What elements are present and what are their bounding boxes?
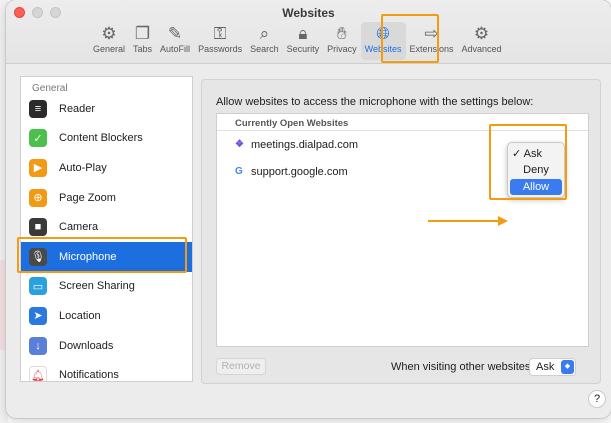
lock-icon: 🔒︎ [298, 24, 308, 43]
tab-label: Search [250, 44, 279, 54]
sidebar-item-label: Content Blockers [59, 132, 143, 145]
gear-icon: ⚙ [101, 24, 117, 43]
tab-autofill[interactable]: ✎ AutoFill [156, 22, 194, 60]
screen-sharing-icon: ▭ [29, 277, 47, 296]
sidebar-item-label: Notifications [59, 369, 119, 382]
tab-label: AutoFill [160, 44, 191, 54]
tab-label: Websites [364, 44, 402, 54]
checkmark-shield-icon: ✓ [29, 129, 47, 148]
download-icon: ↓ [29, 336, 47, 355]
sidebar-item-screen-sharing[interactable]: ▭ Screen Sharing [21, 272, 192, 302]
sidebar-item-auto-play[interactable]: ▶ Auto-Play [21, 153, 192, 183]
annotation-arrow [428, 216, 508, 226]
puzzle-icon: ⇨ [424, 24, 439, 43]
tab-security[interactable]: 🔒︎ Security [283, 22, 324, 60]
zoom-icon: ⊕ [29, 188, 47, 207]
other-websites-select[interactable]: Ask ◆ [529, 358, 576, 376]
sidebar-item-label: Page Zoom [59, 191, 116, 204]
tab-label: Passwords [198, 44, 243, 54]
tab-privacy[interactable]: ✋︎ Privacy [323, 22, 361, 60]
reader-icon: ≡ [29, 99, 47, 118]
play-icon: ▶ [29, 158, 47, 177]
tab-advanced[interactable]: ⚙ Advanced [458, 22, 506, 60]
sidebar-item-camera[interactable]: ■ Camera [21, 212, 192, 242]
sidebar-header: General [32, 83, 68, 94]
sidebar-item-label: Screen Sharing [59, 280, 135, 293]
other-websites-value: Ask [536, 361, 555, 373]
dialpad-icon: ❖ [235, 139, 244, 150]
sidebar-item-page-zoom[interactable]: ⊕ Page Zoom [21, 183, 192, 213]
tab-search[interactable]: ⌕ Search [246, 22, 283, 60]
chevron-updown-icon: ◆ [561, 360, 574, 374]
preferences-toolbar: ⚙ General ❐ Tabs ✎ AutoFill ⚿ Passwords ⌕ Search 🔒… [89, 22, 506, 60]
popup-option-deny[interactable]: Deny [508, 162, 564, 178]
camera-icon: ■ [29, 218, 47, 237]
tab-websites[interactable]: 🌐︎ Websites [360, 22, 406, 60]
permission-popup-menu: ✓ Ask Deny Allow [507, 142, 565, 198]
other-websites-label: When visiting other websites: [391, 361, 534, 373]
window-title: Websites [282, 6, 335, 20]
pane-description: Allow websites to access the microphone … [216, 96, 534, 108]
globe-icon: 🌐︎ [376, 24, 390, 43]
popup-option-allow[interactable]: Allow [510, 179, 562, 195]
bell-icon: 🔔︎ [29, 366, 47, 381]
location-arrow-icon: ➤ [29, 306, 47, 325]
popup-option-ask[interactable]: ✓ Ask [508, 146, 564, 162]
hand-icon: ✋︎ [337, 24, 347, 43]
tab-extensions[interactable]: ⇨ Extensions [406, 22, 458, 60]
sidebar-item-downloads[interactable]: ↓ Downloads [21, 331, 192, 361]
sidebar-item-label: Reader [59, 102, 96, 115]
tab-general[interactable]: ⚙ General [89, 22, 129, 60]
remove-button[interactable]: Remove [216, 358, 266, 375]
list-header: Currently Open Websites [217, 114, 588, 131]
google-icon: G [235, 166, 243, 177]
sidebar: General ≡ Reader ✓ Content Blockers ▶ Auto-Pl… [20, 76, 193, 382]
sidebar-item-label: Downloads [59, 339, 114, 352]
tab-tabs[interactable]: ❐ Tabs [129, 22, 156, 60]
microphone-icon: 🎙︎ [29, 247, 47, 266]
settings-pane: Allow websites to access the microphone … [201, 79, 601, 384]
sidebar-item-label: Camera [59, 221, 99, 234]
site-name: meetings.dialpad.com [251, 138, 359, 151]
tab-passwords[interactable]: ⚿ Passwords [194, 22, 246, 60]
sidebar-item-label: Location [59, 309, 101, 322]
key-icon: ⚿ [213, 24, 227, 43]
site-name: support.google.com [251, 165, 348, 178]
sidebar-item-content-blockers[interactable]: ✓ Content Blockers [21, 124, 192, 154]
tab-label: Advanced [461, 44, 502, 54]
tab-label: General [93, 44, 126, 54]
gears-icon: ⚙ [473, 24, 490, 43]
popup-option-label: Ask [523, 148, 543, 160]
tab-label: Security [286, 44, 320, 54]
sidebar-item-label: Microphone [59, 250, 117, 263]
tab-label: Extensions [409, 44, 454, 54]
sidebar-item-label: Auto-Play [59, 161, 107, 174]
search-icon: ⌕ [259, 24, 270, 43]
sidebar-item-notifications[interactable]: 🔔︎ Notifications [21, 360, 192, 382]
sidebar-item-microphone[interactable]: 🎙︎ Microphone [21, 241, 192, 272]
help-button[interactable]: ? [588, 390, 606, 408]
sidebar-list: ≡ Reader ✓ Content Blockers ▶ Auto-Play ⊕ Page … [21, 94, 192, 382]
tab-label: Tabs [133, 44, 153, 54]
tab-label: Privacy [327, 44, 357, 54]
pencil-field-icon: ✎ [167, 24, 183, 43]
sidebar-item-reader[interactable]: ≡ Reader [21, 94, 192, 124]
titlebar: Websites ⚙ General ❐ Tabs ✎ AutoFill ⚿ Password… [6, 0, 611, 64]
tabs-icon: ❐ [134, 24, 151, 43]
sidebar-item-location[interactable]: ➤ Location [21, 301, 192, 331]
sites-list: Currently Open Websites ❖ meetings.dialpa… [216, 113, 589, 347]
preferences-window: Websites ⚙ General ❐ Tabs ✎ AutoFill ⚿ Password… [6, 0, 611, 418]
